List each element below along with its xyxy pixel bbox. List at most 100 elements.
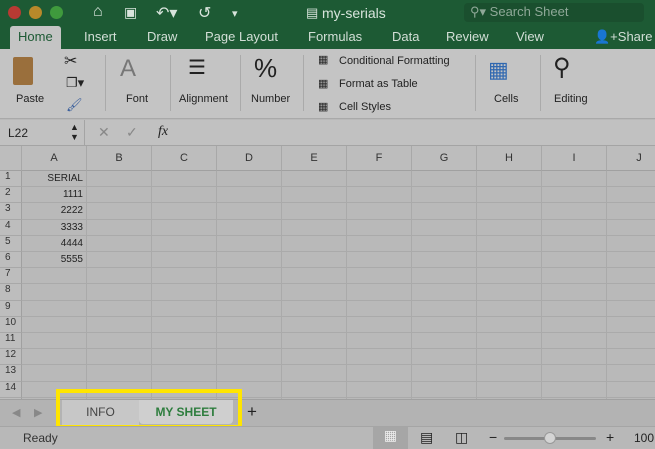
row-header[interactable]: 13 (0, 365, 22, 382)
row-header[interactable]: 3 (0, 203, 22, 220)
cell[interactable] (607, 382, 655, 398)
zoom-slider[interactable] (504, 432, 596, 444)
cell[interactable] (347, 252, 412, 269)
zoom-in-button[interactable]: + (606, 429, 614, 445)
row-header[interactable]: 9 (0, 300, 22, 317)
cell[interactable] (152, 171, 217, 188)
cell[interactable] (152, 349, 217, 366)
cell[interactable] (412, 252, 477, 269)
format-painter-icon[interactable]: 🖌 (66, 97, 83, 113)
cell[interactable] (217, 187, 282, 204)
row-header[interactable]: 1 (0, 171, 22, 188)
cell[interactable] (217, 349, 282, 366)
cell[interactable] (217, 219, 282, 236)
cell[interactable] (477, 203, 542, 220)
row-header[interactable]: 8 (0, 284, 22, 301)
cell[interactable] (87, 187, 152, 204)
cell[interactable] (607, 171, 655, 188)
row-header[interactable]: 4 (0, 219, 22, 236)
cell[interactable] (542, 333, 607, 350)
cell[interactable] (282, 381, 347, 398)
cell[interactable] (87, 171, 152, 188)
cell[interactable] (22, 300, 87, 317)
cell[interactable] (412, 349, 477, 366)
column-header[interactable]: D (217, 146, 282, 171)
column-header[interactable]: A (22, 146, 87, 171)
fx-icon[interactable]: fx (158, 124, 168, 140)
cell[interactable]: 3333 (22, 219, 87, 236)
cell[interactable] (87, 284, 152, 301)
cell[interactable] (412, 381, 477, 398)
cell[interactable] (282, 349, 347, 366)
cell[interactable] (347, 219, 412, 236)
cell[interactable] (87, 316, 152, 333)
row-header[interactable]: 7 (0, 268, 22, 285)
cell[interactable] (477, 316, 542, 333)
row-header[interactable]: 10 (0, 316, 22, 333)
cell[interactable] (347, 187, 412, 204)
cell[interactable] (477, 381, 542, 398)
cell[interactable] (607, 220, 655, 236)
cell[interactable] (477, 365, 542, 382)
cell-styles-button[interactable]: Cell Styles (339, 101, 391, 113)
formula-input[interactable] (185, 125, 645, 141)
minimize-window-button[interactable] (29, 6, 42, 19)
column-header[interactable]: H (477, 146, 542, 171)
cell[interactable] (22, 268, 87, 285)
cell[interactable] (87, 365, 152, 382)
tab-draw[interactable]: Draw (147, 29, 177, 44)
cell[interactable] (347, 171, 412, 188)
cell[interactable] (542, 284, 607, 301)
cut-icon[interactable]: ✂ (64, 51, 77, 71)
check-icon[interactable]: ✓ (126, 124, 138, 141)
cell[interactable] (607, 317, 655, 333)
cell[interactable] (477, 268, 542, 285)
cell[interactable] (282, 252, 347, 269)
tab-formulas[interactable]: Formulas (308, 29, 362, 44)
cell[interactable] (542, 381, 607, 398)
column-header[interactable]: G (412, 146, 477, 171)
cell[interactable] (282, 284, 347, 301)
cell[interactable] (477, 349, 542, 366)
cells-button[interactable]: Cells (494, 93, 518, 105)
cell[interactable] (282, 171, 347, 188)
cell[interactable] (607, 187, 655, 204)
cell[interactable] (152, 268, 217, 285)
font-button[interactable]: Font (126, 93, 148, 105)
cell[interactable] (152, 235, 217, 252)
cell[interactable] (282, 268, 347, 285)
cell[interactable] (87, 252, 152, 269)
cell[interactable] (217, 333, 282, 350)
row-header[interactable]: 5 (0, 235, 22, 252)
undo-icon[interactable]: ↶▾ (156, 3, 177, 23)
column-header[interactable]: I (542, 146, 607, 171)
cell[interactable] (347, 333, 412, 350)
cell[interactable] (87, 219, 152, 236)
cell[interactable] (282, 300, 347, 317)
cells-icon[interactable]: ▦ (488, 57, 509, 83)
cell[interactable]: SERIAL (22, 171, 87, 188)
close-window-button[interactable] (8, 6, 21, 19)
cell[interactable] (607, 236, 655, 252)
name-box[interactable]: L22 (8, 126, 28, 140)
cell[interactable] (22, 316, 87, 333)
column-header[interactable]: F (347, 146, 412, 171)
prev-sheet-icon[interactable]: ◀ (12, 406, 20, 419)
cell[interactable] (282, 316, 347, 333)
cell[interactable] (152, 187, 217, 204)
normal-view-icon[interactable]: ▦ (373, 427, 408, 449)
home-icon[interactable]: ⌂ (93, 3, 103, 21)
cell[interactable] (217, 300, 282, 317)
cell[interactable] (347, 284, 412, 301)
cell[interactable] (412, 284, 477, 301)
column-header[interactable]: B (87, 146, 152, 171)
cell[interactable] (607, 252, 655, 269)
tab-home[interactable]: Home (10, 26, 61, 49)
share-button[interactable]: 👤+Share (594, 29, 652, 45)
cell[interactable] (282, 365, 347, 382)
number-button[interactable]: Number (251, 93, 290, 105)
cell[interactable] (542, 365, 607, 382)
cell[interactable]: 1111 (22, 187, 87, 204)
cell[interactable] (412, 268, 477, 285)
cell[interactable] (217, 235, 282, 252)
